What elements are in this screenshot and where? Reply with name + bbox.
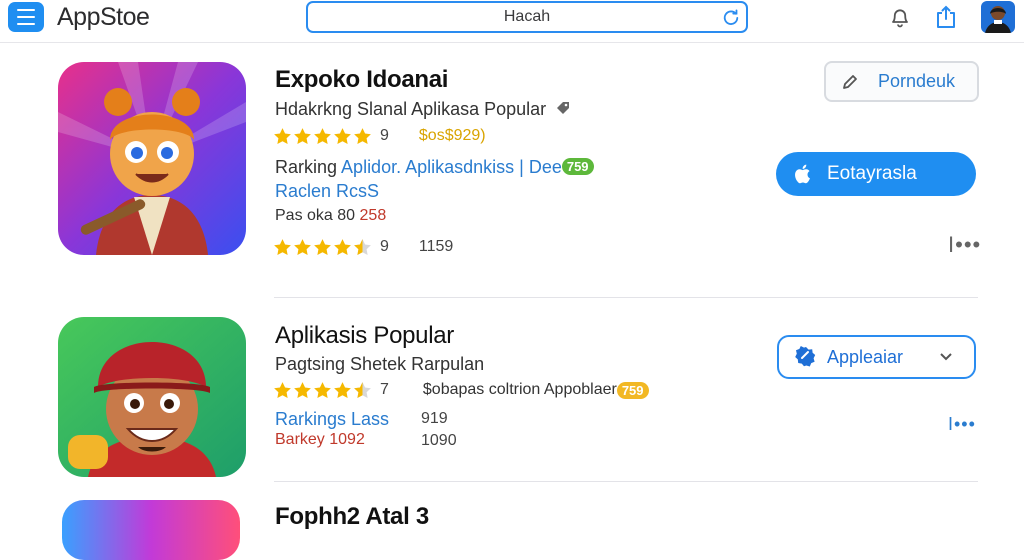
search-bar[interactable] [306, 1, 748, 33]
rating-count: 9 [380, 127, 389, 144]
star-icon [273, 381, 292, 400]
refresh-icon[interactable] [722, 8, 740, 26]
chevron-down-icon [940, 353, 952, 361]
star-icon [313, 127, 332, 146]
pas-line: Pas oka 80 258 [275, 207, 387, 224]
rating-row: 9 $os$929) [273, 126, 486, 146]
share-icon[interactable] [933, 4, 959, 30]
star-icon [333, 381, 352, 400]
star-icon [333, 127, 352, 146]
star-icon [293, 127, 312, 146]
star-icon [313, 238, 332, 257]
barkey-line: Barkey 1092 [275, 431, 365, 448]
star-icon [273, 127, 292, 146]
star-icon [293, 381, 312, 400]
rating-row-2: 9 1159 [273, 237, 453, 257]
avatar[interactable] [981, 1, 1015, 33]
star-icon [333, 238, 352, 257]
more-options[interactable]: I••• [948, 414, 976, 435]
app-badge-icon [795, 346, 816, 367]
bell-icon[interactable] [887, 4, 913, 30]
menu-icon [17, 9, 35, 11]
star-icon [293, 238, 312, 257]
apple-icon [795, 164, 810, 184]
star-icon [353, 127, 372, 146]
app-title[interactable]: Fophh2 Atal 3 [275, 503, 429, 531]
row-divider [274, 481, 978, 482]
ranking-badge: 759 [561, 158, 594, 175]
row-divider [274, 297, 978, 298]
pencil-icon [843, 74, 857, 89]
tag-icon [557, 102, 570, 114]
star-rating [273, 381, 372, 400]
install-button[interactable]: Appleaiar [777, 335, 976, 379]
search-input[interactable] [308, 3, 727, 31]
star-rating [273, 238, 372, 257]
app-icon[interactable] [62, 500, 240, 560]
get-button[interactable]: Eotayrasla [776, 152, 976, 196]
developer-link[interactable]: Raclen RcsS [275, 180, 379, 202]
app-title[interactable]: Aplikasis Popular [275, 322, 454, 350]
ranking-link[interactable]: Rarkings Lass [275, 408, 389, 430]
ranking-line: Rarking Aplidor. Aplikasdnkiss | Dee 759 [275, 156, 594, 178]
price: $os$929) [418, 127, 486, 144]
app-icon[interactable] [58, 317, 246, 477]
secondary-button[interactable]: Porndeuk [824, 61, 979, 102]
app-icon[interactable] [58, 62, 246, 255]
star-half-icon [353, 381, 372, 400]
app-subtitle: Hdakrkng Slanal Aplikasa Popular [275, 98, 571, 120]
app-brand: AppStoe [57, 3, 150, 31]
star-icon [313, 381, 332, 400]
menu-button[interactable] [8, 2, 44, 32]
star-half-icon [353, 238, 372, 257]
ranking-link[interactable]: Aplidor. Aplikasdnkiss | Dee [341, 157, 562, 177]
app-subtitle: Pagtsing Shetek Rarpulan [275, 354, 485, 374]
header-divider [0, 42, 1024, 43]
app-title[interactable]: Expoko Idoanai [275, 66, 448, 94]
rating-row: 7 $obapas coltrion Appoblaer 759 [273, 380, 649, 400]
star-icon [273, 238, 292, 257]
star-rating [273, 127, 372, 146]
more-options[interactable]: I••• [948, 232, 981, 258]
